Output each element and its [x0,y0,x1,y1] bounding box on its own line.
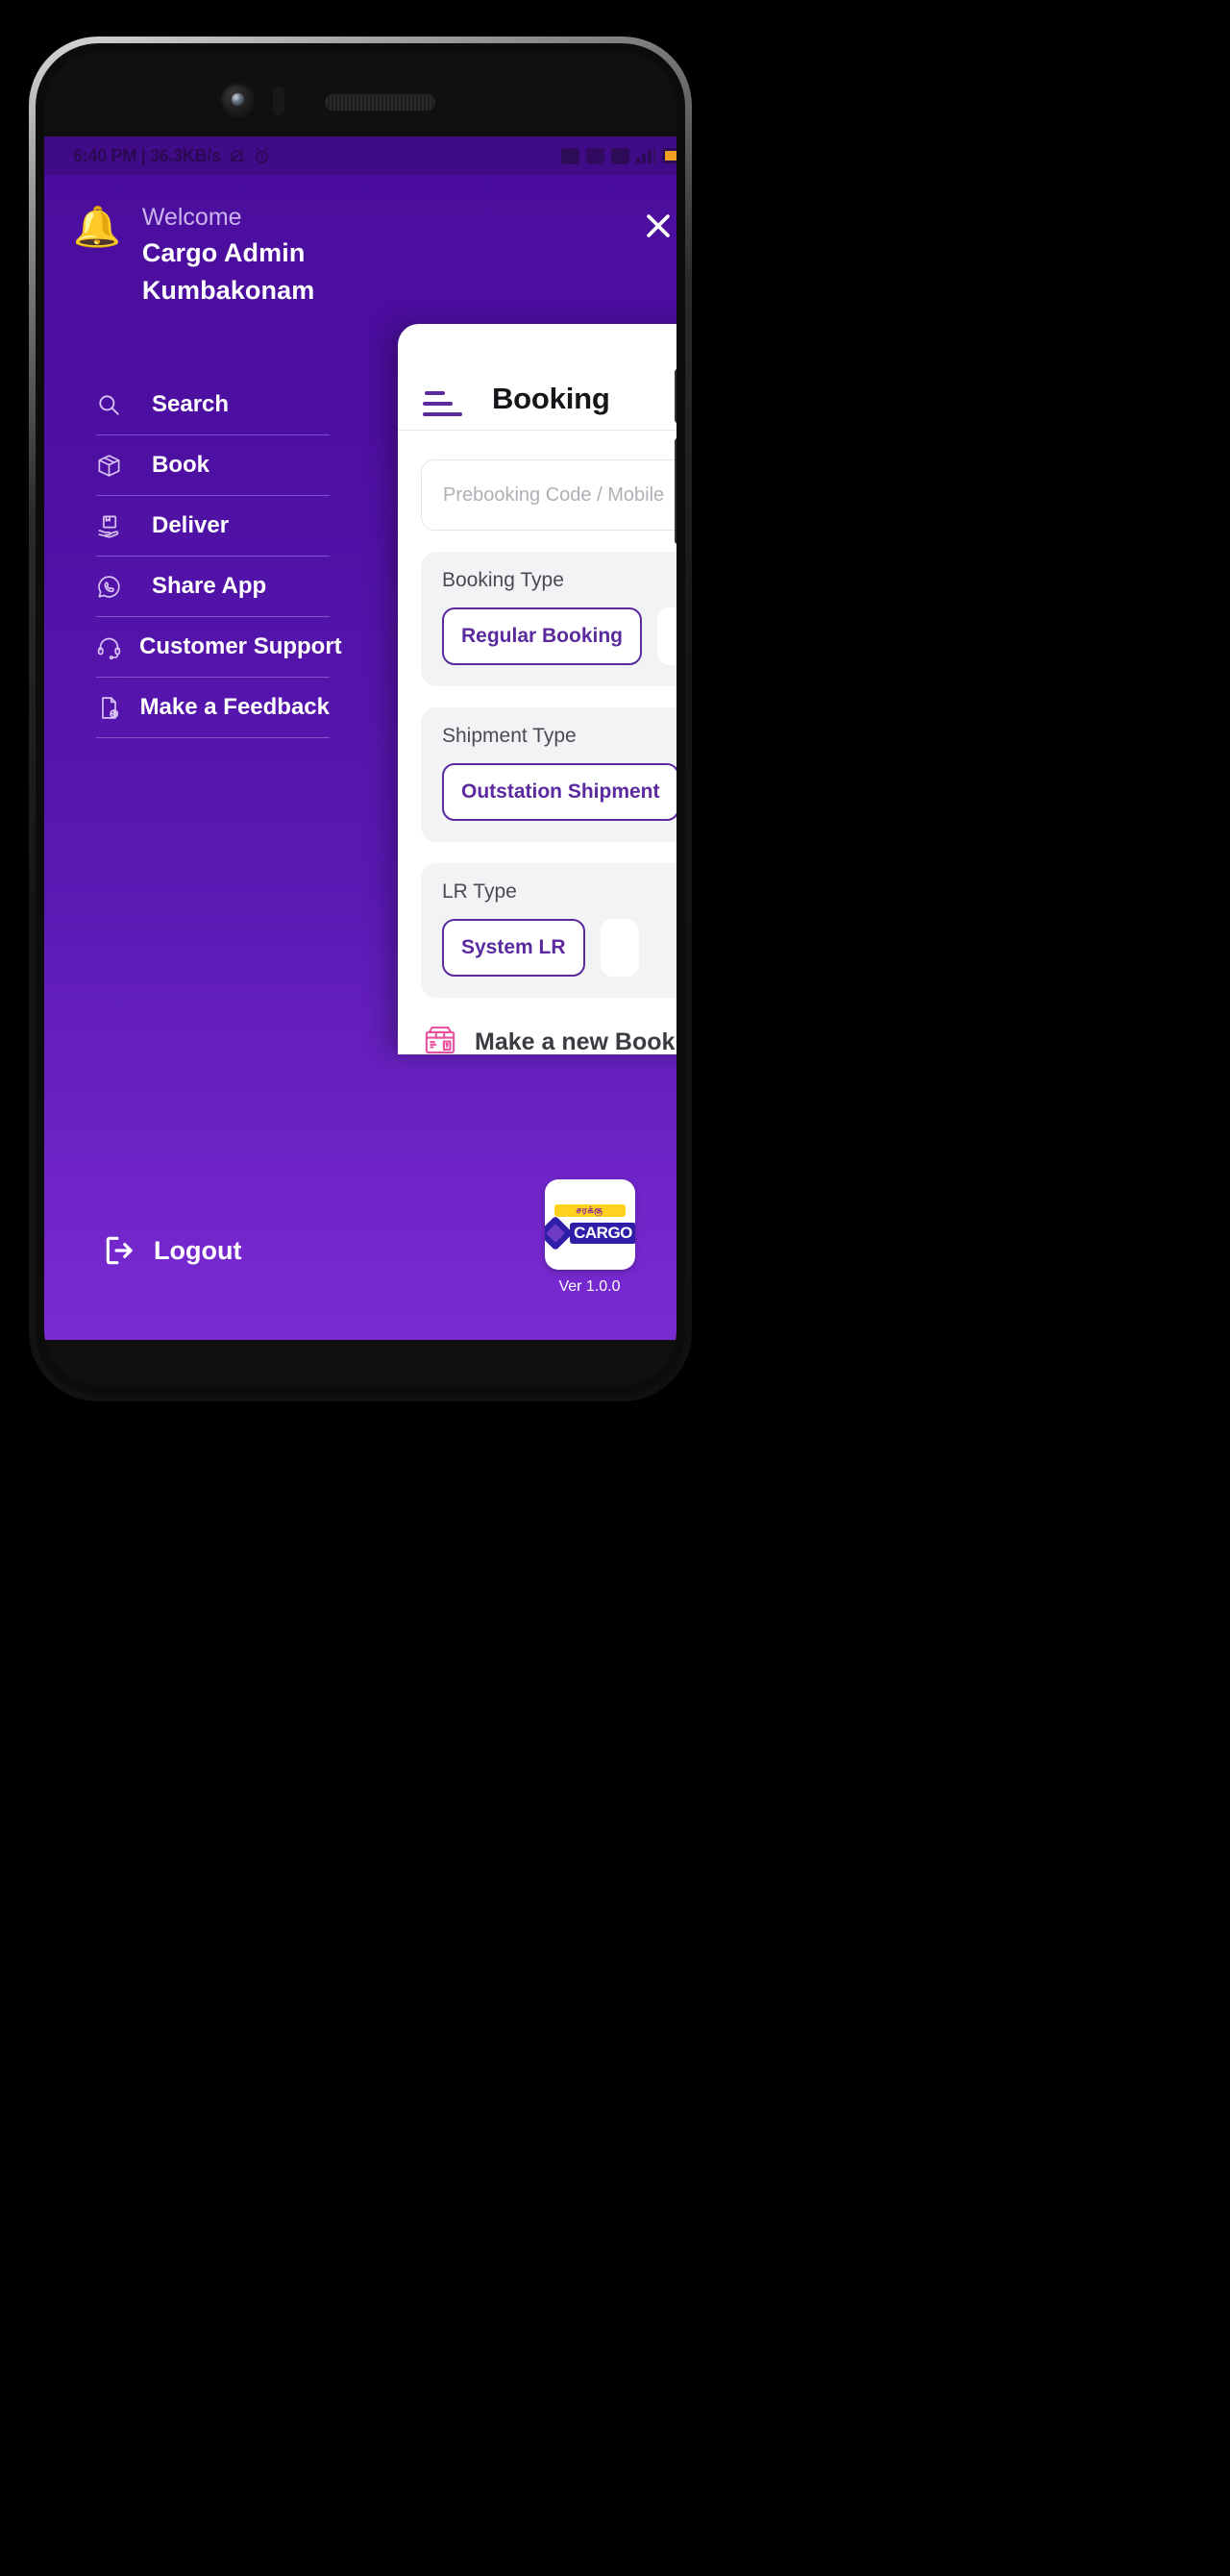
app-version: Ver 1.0.0 [558,1278,621,1295]
booking-type-options: Regular Booking P [442,607,676,665]
page-title: Booking [492,382,610,415]
lr-type-options: System LR [442,919,676,977]
brand-tagline: சரக்கு [554,1203,626,1217]
sidebar-item-make-a-feedback[interactable]: Make a Feedback [96,678,330,739]
cargo-logo-icon: சரக்கு CARGO [544,1179,635,1270]
app-viewport: 6:40 PM | 36.3KB/s 🔔 Welcome Cargo Admin… [44,136,676,1340]
phone-frame: 6:40 PM | 36.3KB/s 🔔 Welcome Cargo Admin… [29,37,692,1401]
pink-box-icon [423,1023,457,1054]
search-input-placeholder: Prebooking Code / Mobile [443,483,665,506]
lr-type-card: LR Type System LR [421,863,676,998]
hand-package-icon [96,513,135,539]
chip-regular-booking[interactable]: Regular Booking [442,607,643,665]
status-bar-right [561,147,676,164]
sidebar-item-share-app[interactable]: Share App [96,557,330,618]
phone-screen: 6:40 PM | 36.3KB/s 🔔 Welcome Cargo Admin… [44,52,676,1386]
sidebar-item-label: Book [152,452,209,479]
welcome-label: Welcome [141,204,242,231]
volume-up-button[interactable] [675,369,676,423]
chip-outstation-shipment[interactable]: Outstation Shipment [442,763,676,821]
user-name: Cargo Admin [141,237,306,267]
earpiece-speaker [325,94,435,111]
chip-system-lr[interactable]: System LR [442,919,585,977]
sidebar-item-label: Make a Feedback [139,694,330,721]
front-camera-icon [220,83,257,119]
sidebar-item-customer-support[interactable]: Customer Support [96,617,342,679]
vpn-icon [611,147,629,164]
sim-icon [561,147,579,164]
sidebar-item-label: Deliver [152,512,230,539]
chip-prebooking[interactable]: P [657,607,676,665]
sidebar-item-search[interactable]: Search [96,375,330,436]
shipment-type-card: Shipment Type Outstation Shipment [421,707,676,842]
phone-bezel: 6:40 PM | 36.3KB/s 🔔 Welcome Cargo Admin… [36,43,685,1395]
brand-name: CARGO [570,1222,635,1244]
app-brand: சரக்கு CARGO Ver 1.0.0 [529,1179,650,1296]
shipment-type-options: Outstation Shipment [442,763,676,821]
whatsapp-phone-icon [96,574,135,600]
sidebar-item-label: Share App [152,573,267,600]
sidebar-item-label: Search [152,391,230,418]
brand-mark: CARGO [544,1215,635,1251]
hamburger-menu-icon[interactable] [398,391,462,416]
screenshot-stage: 6:40 PM | 36.3KB/s 🔔 Welcome Cargo Admin… [0,0,1230,2576]
package-box-icon [96,453,135,479]
network-icon [586,147,604,164]
silent-mode-icon [228,148,245,163]
sidebar-item-label: Customer Support [139,633,342,660]
make-new-booking-label: Make a new Book [475,1028,676,1054]
brand-diamond-icon [544,1215,574,1251]
booking-type-card: Booking Type Regular Booking P [421,552,676,686]
close-drawer-button[interactable] [636,204,676,248]
booking-app-bar: Booking [398,324,676,430]
booking-screen-panel: Booking Prebooking Code / Mobile Booking… [398,324,676,1054]
make-new-booking-header: Make a new Book [423,1023,676,1054]
status-time-and-speed: 6:40 PM | 36.3KB/s [73,145,221,165]
sensor-icon [273,87,284,115]
volume-down-button[interactable] [675,438,676,544]
logout-label: Logout [154,1235,242,1265]
battery-icon [662,148,676,163]
search-icon [96,392,135,417]
shipment-type-label: Shipment Type [442,725,577,747]
bell-icon[interactable]: 🔔 [73,208,121,246]
drawer-header: 🔔 Welcome Cargo Admin Kumbakonam [44,175,676,310]
status-bar-left: 6:40 PM | 36.3KB/s [73,146,271,166]
logout-button[interactable]: Logout [102,1232,241,1269]
alarm-icon [255,147,268,163]
chip-manual-lr[interactable] [600,919,639,977]
lr-type-label: LR Type [442,880,517,903]
welcome-block: Welcome Cargo Admin Kumbakonam [142,202,315,310]
branch-name: Kumbakonam [141,275,315,305]
signal-bars-icon [636,148,655,163]
status-bar: 6:40 PM | 36.3KB/s [44,136,676,175]
booking-type-label: Booking Type [442,569,564,591]
booking-body: Prebooking Code / Mobile Booking Type Re… [398,431,676,1054]
document-gear-icon [96,695,123,721]
prebooking-search-field[interactable]: Prebooking Code / Mobile [421,459,676,531]
headset-icon [96,634,122,660]
logout-icon [106,1236,133,1265]
sidebar-item-deliver[interactable]: Deliver [96,496,330,557]
sidebar-item-book[interactable]: Book [96,435,330,497]
close-icon [647,214,670,237]
